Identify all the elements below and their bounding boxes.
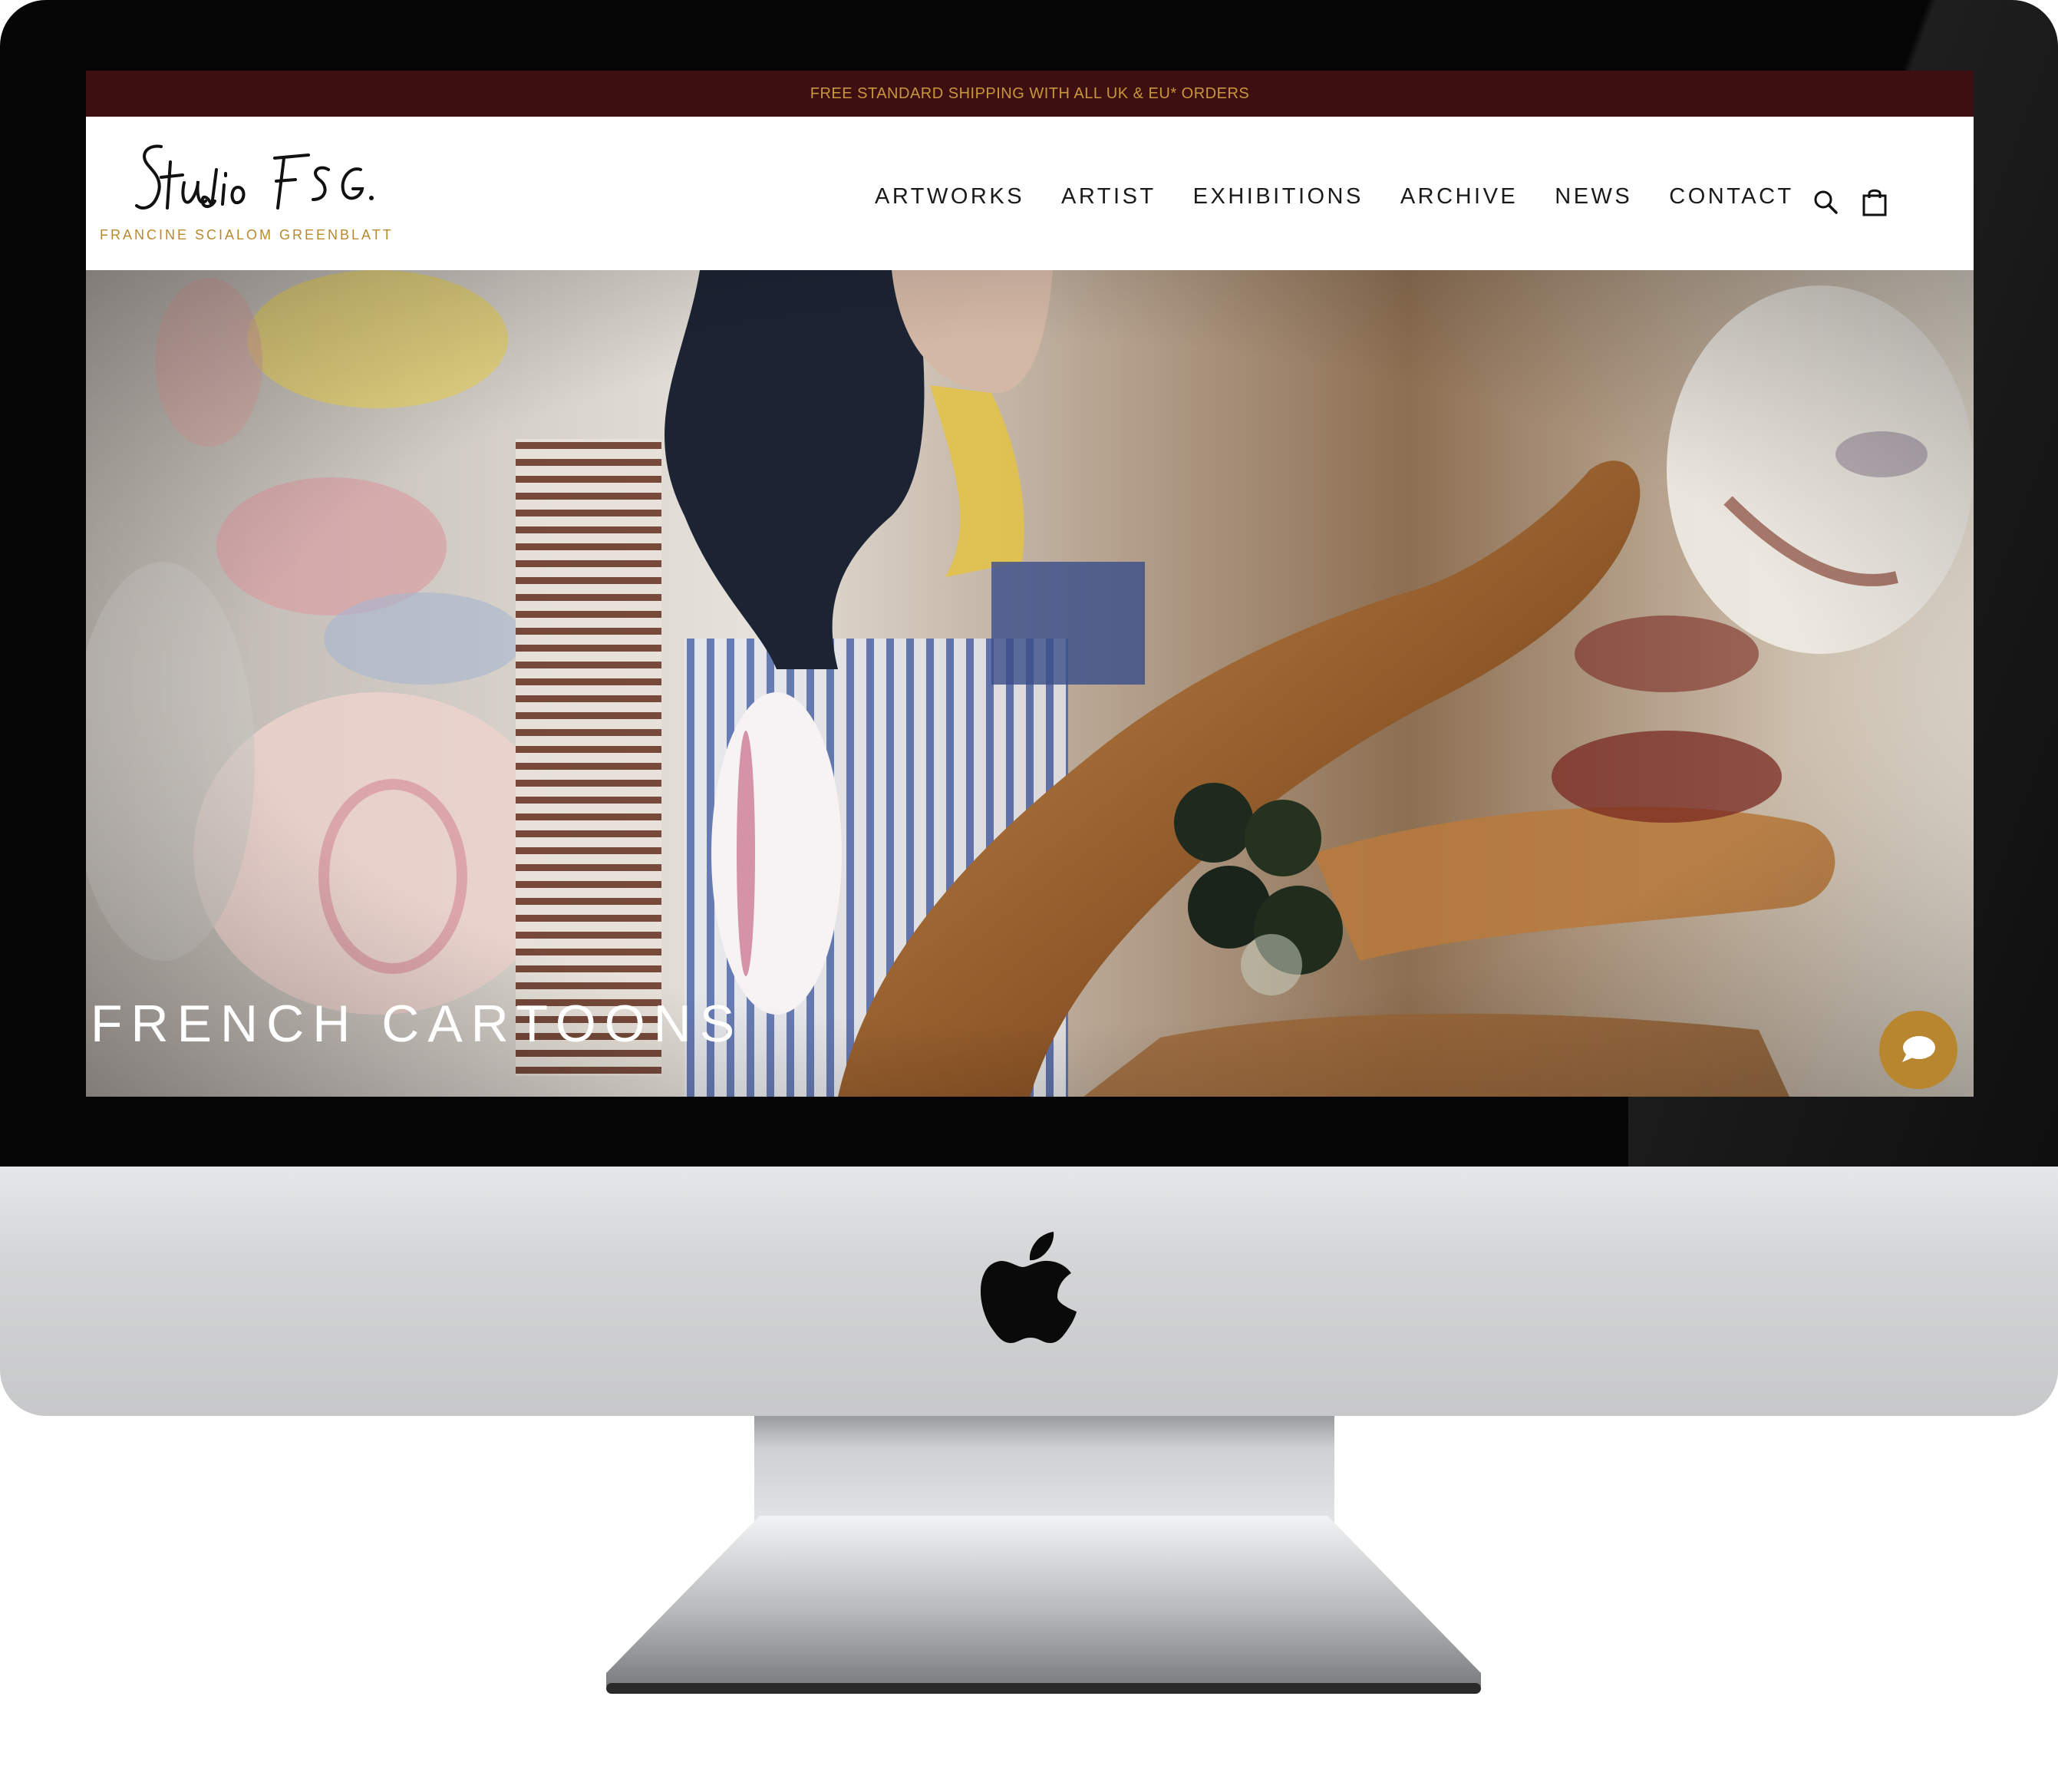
nav-exhibitions[interactable]: EXHIBITIONS	[1193, 184, 1364, 210]
search-icon[interactable]	[1812, 189, 1839, 219]
nav-artist[interactable]: ARTIST	[1061, 184, 1156, 210]
site-logo[interactable]: FRANCINE SCIALOM GREENBLATT	[100, 135, 391, 250]
hero-banner: FRENCH CARTOONS	[86, 270, 1974, 1097]
logo-subtitle: FRANCINE SCIALOM GREENBLATT	[100, 227, 394, 243]
chat-bubble-icon	[1902, 1036, 1935, 1062]
hero-painting-image	[86, 270, 1974, 1097]
nav-archive[interactable]: ARCHIVE	[1400, 184, 1518, 210]
header-actions	[1812, 187, 1888, 220]
main-navigation: ARTWORKS ARTIST EXHIBITIONS ARCHIVE NEWS…	[875, 184, 1794, 210]
shopping-bag-icon[interactable]	[1862, 187, 1888, 220]
chat-button[interactable]	[1879, 1011, 1957, 1089]
hero-title: FRENCH CARTOONS	[91, 995, 744, 1053]
monitor-stand	[606, 1516, 1481, 1694]
browser-viewport: FREE STANDARD SHIPPING WITH ALL UK & EU*…	[86, 71, 1974, 1097]
nav-news[interactable]: NEWS	[1555, 184, 1632, 210]
logo-signature	[135, 144, 374, 210]
announcement-bar: FREE STANDARD SHIPPING WITH ALL UK & EU*…	[86, 71, 1974, 117]
nav-contact[interactable]: CONTACT	[1669, 184, 1794, 210]
nav-artworks[interactable]: ARTWORKS	[875, 184, 1024, 210]
monitor-neck	[754, 1416, 1334, 1523]
site-header: FRANCINE SCIALOM GREENBLATT ARTWORKS ART…	[86, 117, 1974, 270]
apple-logo-icon	[981, 1232, 1077, 1343]
announcement-text: FREE STANDARD SHIPPING WITH ALL UK & EU*…	[810, 84, 1250, 102]
